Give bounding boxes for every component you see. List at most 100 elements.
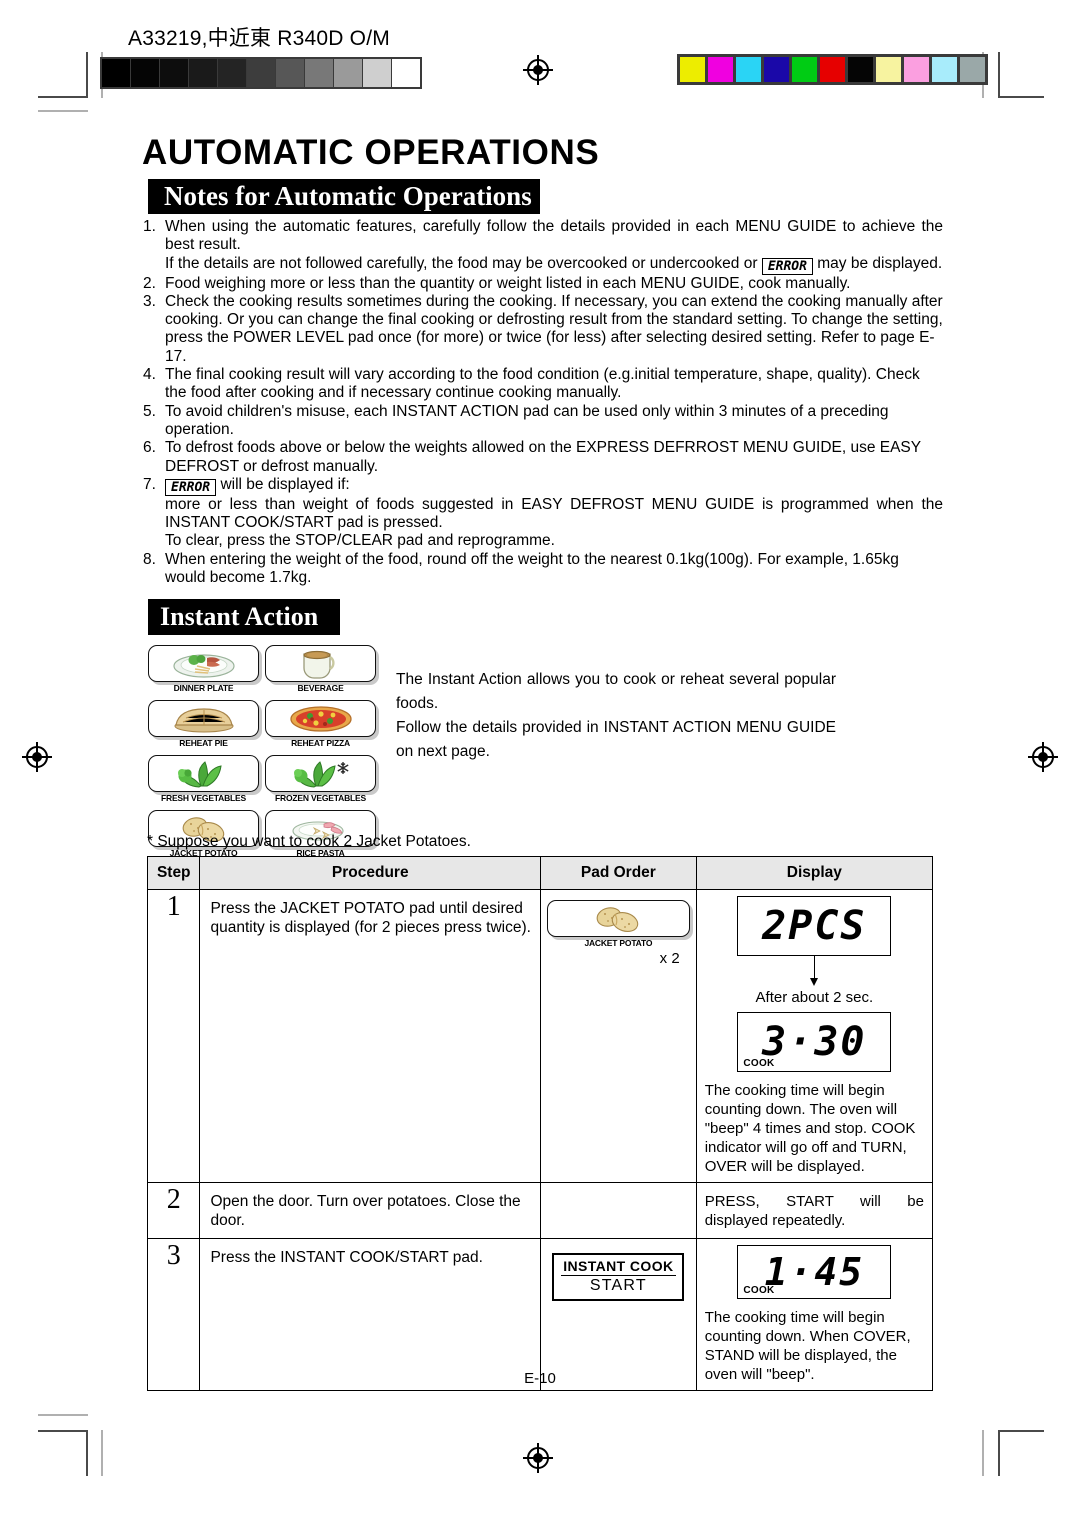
pad-frozen-vegetables[interactable] bbox=[265, 755, 376, 792]
note-number: 3. bbox=[143, 292, 156, 310]
registration-mark-right bbox=[1028, 742, 1058, 772]
beverage-icon bbox=[296, 648, 346, 680]
procedure-text: Open the door. Turn over potatoes. Close… bbox=[199, 1182, 542, 1239]
note-line: ERROR will be displayed if: bbox=[165, 476, 943, 496]
instant-action-pad-grid: DINNER PLATE BEVERAGE REHEAT PIE REHEAT PIZ… bbox=[148, 645, 376, 865]
color-swatch bbox=[736, 57, 761, 82]
note-item: 4. The final cooking result will vary acc… bbox=[143, 366, 943, 403]
gray-swatch bbox=[276, 59, 305, 87]
pad-reheat-pie[interactable] bbox=[148, 700, 259, 737]
start-label: START bbox=[589, 1277, 647, 1294]
pad-row: DINNER PLATE BEVERAGE bbox=[148, 645, 376, 693]
color-swatch bbox=[820, 57, 845, 82]
display-cell: 1·45 COOK The cooking time will begin co… bbox=[695, 1238, 934, 1391]
pad-cell: DINNER PLATE bbox=[148, 645, 259, 693]
pad-beverage[interactable] bbox=[265, 645, 376, 682]
note-item: 8. When entering the weight of the food, … bbox=[143, 551, 943, 588]
pad-reheat-pizza[interactable] bbox=[265, 700, 376, 737]
registration-mark-bottom bbox=[523, 1443, 553, 1473]
note-line: To clear, press the STOP/CLEAR pad and r… bbox=[165, 532, 555, 550]
note-number: 8. bbox=[143, 550, 156, 568]
after-delay-note: After about 2 sec. bbox=[755, 989, 874, 1006]
page-title: AUTOMATIC OPERATIONS bbox=[142, 133, 600, 172]
note-body: Check the cooking results sometimes duri… bbox=[165, 293, 943, 366]
note-number: 5. bbox=[143, 402, 156, 420]
gray-swatch bbox=[102, 59, 131, 87]
color-swatch bbox=[904, 57, 929, 82]
lcd-display-time: 3·30 COOK bbox=[737, 1012, 892, 1072]
instant-cook-start-pad[interactable]: INSTANT COOK START bbox=[552, 1253, 685, 1301]
color-swatch bbox=[792, 57, 817, 82]
note-line: When entering the weight of the food, ro… bbox=[165, 550, 899, 587]
pad-fresh-vegetables[interactable] bbox=[148, 755, 259, 792]
gray-swatch bbox=[189, 59, 218, 87]
error-display-token: ERROR bbox=[165, 478, 217, 496]
step-number: 1 bbox=[146, 889, 201, 1183]
procedure-text: Press the JACKET POTATO pad until desire… bbox=[199, 889, 542, 1183]
pad-label: FRESH VEGETABLES bbox=[161, 793, 246, 803]
color-swatch bbox=[876, 57, 901, 82]
table-row: 2 Open the door. Turn over potatoes. Clo… bbox=[146, 1182, 934, 1239]
lcd-display-time: 1·45 COOK bbox=[737, 1245, 892, 1299]
pad-cell: FROZEN VEGETABLES bbox=[265, 755, 376, 803]
column-header-procedure: Procedure bbox=[199, 856, 542, 890]
error-display-token: ERROR bbox=[761, 257, 813, 275]
notes-list: 1. When using the automatic features, car… bbox=[143, 218, 943, 587]
procedure-text: Press the INSTANT COOK/START pad. bbox=[199, 1238, 542, 1391]
note-line: To avoid children's misuse, each INSTANT… bbox=[165, 402, 889, 438]
color-swatch bbox=[680, 57, 705, 82]
display-note: PRESS, START will be displayed repeatedl… bbox=[695, 1182, 934, 1239]
crop-mark-bottom-left bbox=[38, 1406, 103, 1476]
instant-action-description: The Instant Action allows you to cook or… bbox=[396, 668, 836, 764]
table-header-row: Step Procedure Pad Order Display bbox=[146, 856, 934, 890]
page-canvas: A33219,中近東 R340D O/M AUTOMATIC OPERATION… bbox=[0, 0, 1080, 1528]
gray-swatch bbox=[363, 59, 392, 87]
pad-dinner-plate[interactable] bbox=[148, 645, 259, 682]
pad-label: REHEAT PIZZA bbox=[291, 738, 350, 748]
pad-cell: FRESH VEGETABLES bbox=[148, 755, 259, 803]
cook-indicator: COOK bbox=[743, 1285, 775, 1296]
flow-arrow bbox=[697, 956, 932, 986]
pie-icon bbox=[171, 705, 237, 733]
grayscale-calibration-bar bbox=[100, 57, 422, 89]
crop-mark-top-left bbox=[38, 52, 103, 112]
note-number: 6. bbox=[143, 439, 156, 457]
column-header-display: Display bbox=[695, 856, 934, 890]
page-footer: E-10 bbox=[524, 1370, 556, 1387]
pad-order-cell: JACKET POTATO x 2 bbox=[540, 889, 697, 1183]
pad-cell: BEVERAGE bbox=[265, 645, 376, 693]
column-header-pad-order: Pad Order bbox=[540, 856, 697, 890]
jacket-potato-pad[interactable] bbox=[547, 900, 690, 937]
color-calibration-bar bbox=[677, 54, 988, 85]
step-number: 2 bbox=[146, 1182, 201, 1239]
note-line: Check the cooking results sometimes duri… bbox=[165, 292, 943, 365]
note-item: 2. Food weighing more or less than the qu… bbox=[143, 275, 943, 293]
pad-cell: REHEAT PIE bbox=[148, 700, 259, 748]
pad-label: BEVERAGE bbox=[297, 683, 344, 693]
note-body: To avoid children's misuse, each INSTANT… bbox=[165, 403, 943, 440]
table-row: 1 Press the JACKET POTATO pad until desi… bbox=[146, 889, 934, 1183]
note-line: When using the automatic features, caref… bbox=[165, 218, 943, 254]
crop-mark-bottom-right bbox=[982, 1406, 1044, 1476]
table-row: 3 Press the INSTANT COOK/START pad. INST… bbox=[146, 1238, 934, 1391]
pad-row: FRESH VEGETABLES FROZEN VEGETABLES bbox=[148, 755, 376, 803]
note-line: The final cooking result will vary accor… bbox=[165, 366, 920, 402]
step-number: 3 bbox=[146, 1238, 201, 1391]
note-number: 2. bbox=[143, 274, 156, 292]
instant-action-blurb-1: The Instant Action allows you to cook or… bbox=[396, 671, 836, 712]
gray-swatch bbox=[334, 59, 363, 87]
notes-section-banner: Notes for Automatic Operations bbox=[148, 179, 540, 214]
example-intro: * Suppose you want to cook 2 Jacket Pota… bbox=[147, 833, 471, 850]
lcd-display-pcs: 2PCS bbox=[737, 896, 892, 956]
color-swatch bbox=[932, 57, 957, 82]
dinner-plate-icon bbox=[169, 649, 239, 679]
pad-press-count: x 2 bbox=[659, 950, 680, 967]
color-swatch bbox=[960, 57, 985, 82]
pad-label: DINNER PLATE bbox=[173, 683, 234, 693]
note-body: The final cooking result will vary accor… bbox=[165, 366, 943, 403]
lcd-text: 2PCS bbox=[762, 903, 867, 949]
pad-cell: REHEAT PIZZA bbox=[265, 700, 376, 748]
jacket-potato-icon bbox=[589, 905, 647, 933]
jacket-potato-pad-label: JACKET POTATO bbox=[584, 938, 653, 948]
gray-swatch bbox=[160, 59, 189, 87]
